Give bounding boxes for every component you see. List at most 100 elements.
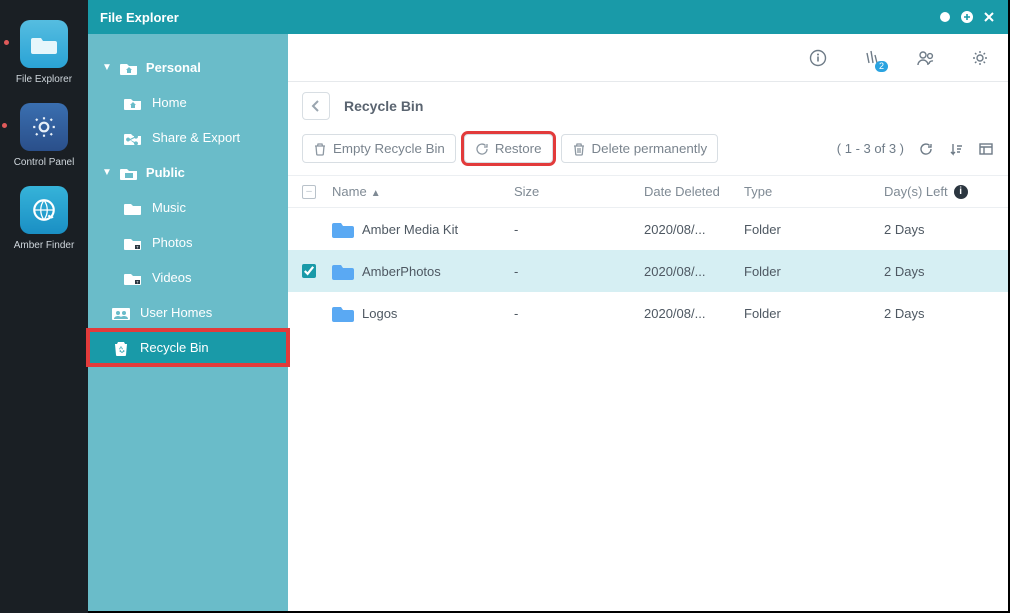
cell-size: - <box>514 264 644 279</box>
sort-asc-icon: ▲ <box>371 188 381 199</box>
breadcrumb-bar: Recycle Bin <box>288 82 1008 130</box>
cell-name: AmberPhotos <box>362 264 514 279</box>
restore-button[interactable]: Restore <box>464 134 553 163</box>
cell-date: 2020/08/... <box>644 222 744 237</box>
nav-label: Videos <box>152 270 192 285</box>
sidebar-group-public[interactable]: ▼ Public <box>88 155 288 190</box>
folder-icon <box>124 201 142 215</box>
delete-permanently-button[interactable]: Delete permanently <box>561 134 719 163</box>
sidebar-group-personal[interactable]: ▼ Personal <box>88 50 288 85</box>
sidebar-item-videos[interactable]: T Videos <box>88 260 288 295</box>
settings-gear-icon[interactable] <box>970 48 990 68</box>
dock-item-file-explorer[interactable]: File Explorer <box>16 20 72 85</box>
cell-date: 2020/08/... <box>644 264 744 279</box>
chevron-down-icon: ▼ <box>102 167 112 178</box>
dock-item-control-panel[interactable]: Control Panel <box>14 103 75 168</box>
cell-days: 2 Days <box>884 264 994 279</box>
view-options-icon[interactable] <box>978 141 994 157</box>
pager: ( 1 - 3 of 3 ) <box>837 141 994 157</box>
cell-size: - <box>514 222 644 237</box>
column-header-name[interactable]: Name▲ <box>332 184 514 199</box>
dock-label: Amber Finder <box>14 240 75 251</box>
notification-badge: 2 <box>875 61 888 72</box>
back-button[interactable] <box>302 92 330 120</box>
close-icon[interactable] <box>982 10 996 24</box>
amber-finder-icon <box>20 186 68 234</box>
cell-size: - <box>514 306 644 321</box>
toolbar: Empty Recycle Bin Restore Delete permane… <box>288 130 1008 176</box>
gear-icon <box>20 103 68 151</box>
select-all-checkbox[interactable]: – <box>302 185 316 199</box>
column-header-date-deleted[interactable]: Date Deleted <box>644 184 744 199</box>
users-icon <box>112 306 130 320</box>
minimize-icon[interactable] <box>938 10 952 24</box>
trash-icon <box>572 142 586 156</box>
column-header-type[interactable]: Type <box>744 184 884 199</box>
cell-days: 2 Days <box>884 306 994 321</box>
public-folder-icon <box>120 166 138 180</box>
table-header: – Name▲ Size Date Deleted Type Day(s) Le… <box>288 176 1008 208</box>
cell-days: 2 Days <box>884 222 994 237</box>
info-icon[interactable]: i <box>954 185 968 199</box>
sidebar-item-photos[interactable]: T Photos <box>88 225 288 260</box>
column-header-days-left[interactable]: Day(s) Lefti <box>884 184 994 199</box>
users-icon[interactable] <box>916 48 936 68</box>
sidebar-item-home[interactable]: Home <box>88 85 288 120</box>
nav-label: Music <box>152 200 186 215</box>
cell-type: Folder <box>744 222 884 237</box>
os-dock: File Explorer Control Panel Amber Finder <box>0 0 88 613</box>
folder-icon <box>332 262 354 280</box>
trash-icon <box>313 142 327 156</box>
dock-label: Control Panel <box>14 157 75 168</box>
folder-icon: T <box>124 236 142 250</box>
dock-label: File Explorer <box>16 74 72 85</box>
file-explorer-icon <box>20 20 68 68</box>
chevron-down-icon: ▼ <box>102 62 112 73</box>
home-folder-icon <box>120 61 138 75</box>
sidebar-item-recycle-bin[interactable]: Recycle Bin <box>88 330 288 365</box>
nav-label: Share & Export <box>152 130 240 145</box>
recycle-icon <box>112 341 130 355</box>
app-window: File Explorer ▼ Personal Home Share & Ex… <box>88 0 1010 613</box>
maximize-icon[interactable] <box>960 10 974 24</box>
chevron-left-icon <box>311 100 321 112</box>
button-label: Delete permanently <box>592 141 708 156</box>
sidebar-item-share-export[interactable]: Share & Export <box>88 120 288 155</box>
nav-label: Photos <box>152 235 192 250</box>
main-pane: 2 Recycle Bin Empty Recycle Bin Resto <box>288 34 1008 611</box>
dock-item-amber-finder[interactable]: Amber Finder <box>14 186 75 251</box>
nav-label: User Homes <box>140 305 212 320</box>
breadcrumb-title: Recycle Bin <box>344 98 423 114</box>
button-label: Empty Recycle Bin <box>333 141 445 156</box>
cell-name: Logos <box>362 306 514 321</box>
group-label: Personal <box>146 60 201 75</box>
row-checkbox[interactable] <box>302 264 316 278</box>
cell-type: Folder <box>744 264 884 279</box>
cell-name: Amber Media Kit <box>362 222 514 237</box>
button-label: Restore <box>495 141 542 156</box>
folder-icon <box>332 304 354 322</box>
refresh-icon <box>475 142 489 156</box>
share-icon <box>124 131 142 145</box>
reload-icon[interactable] <box>918 141 934 157</box>
sort-icon[interactable] <box>948 141 964 157</box>
group-label: Public <box>146 165 185 180</box>
sidebar-item-music[interactable]: Music <box>88 190 288 225</box>
table-row[interactable]: AmberPhotos-2020/08/...Folder2 Days <box>288 250 1008 292</box>
folder-icon: T <box>124 271 142 285</box>
folder-icon <box>124 96 142 110</box>
table-body: Amber Media Kit-2020/08/...Folder2 DaysA… <box>288 208 1008 334</box>
info-icon[interactable] <box>808 48 828 68</box>
sidebar: ▼ Personal Home Share & Export ▼ Public … <box>88 34 288 611</box>
titlebar: File Explorer <box>88 0 1008 34</box>
table-row[interactable]: Amber Media Kit-2020/08/...Folder2 Days <box>288 208 1008 250</box>
sidebar-item-user-homes[interactable]: User Homes <box>88 295 288 330</box>
active-indicator <box>4 40 9 45</box>
empty-recycle-bin-button[interactable]: Empty Recycle Bin <box>302 134 456 163</box>
folder-icon <box>332 220 354 238</box>
window-title: File Explorer <box>100 10 930 25</box>
column-header-size[interactable]: Size <box>514 184 644 199</box>
topbar: 2 <box>288 34 1008 82</box>
activity-icon[interactable]: 2 <box>862 48 882 68</box>
table-row[interactable]: Logos-2020/08/...Folder2 Days <box>288 292 1008 334</box>
